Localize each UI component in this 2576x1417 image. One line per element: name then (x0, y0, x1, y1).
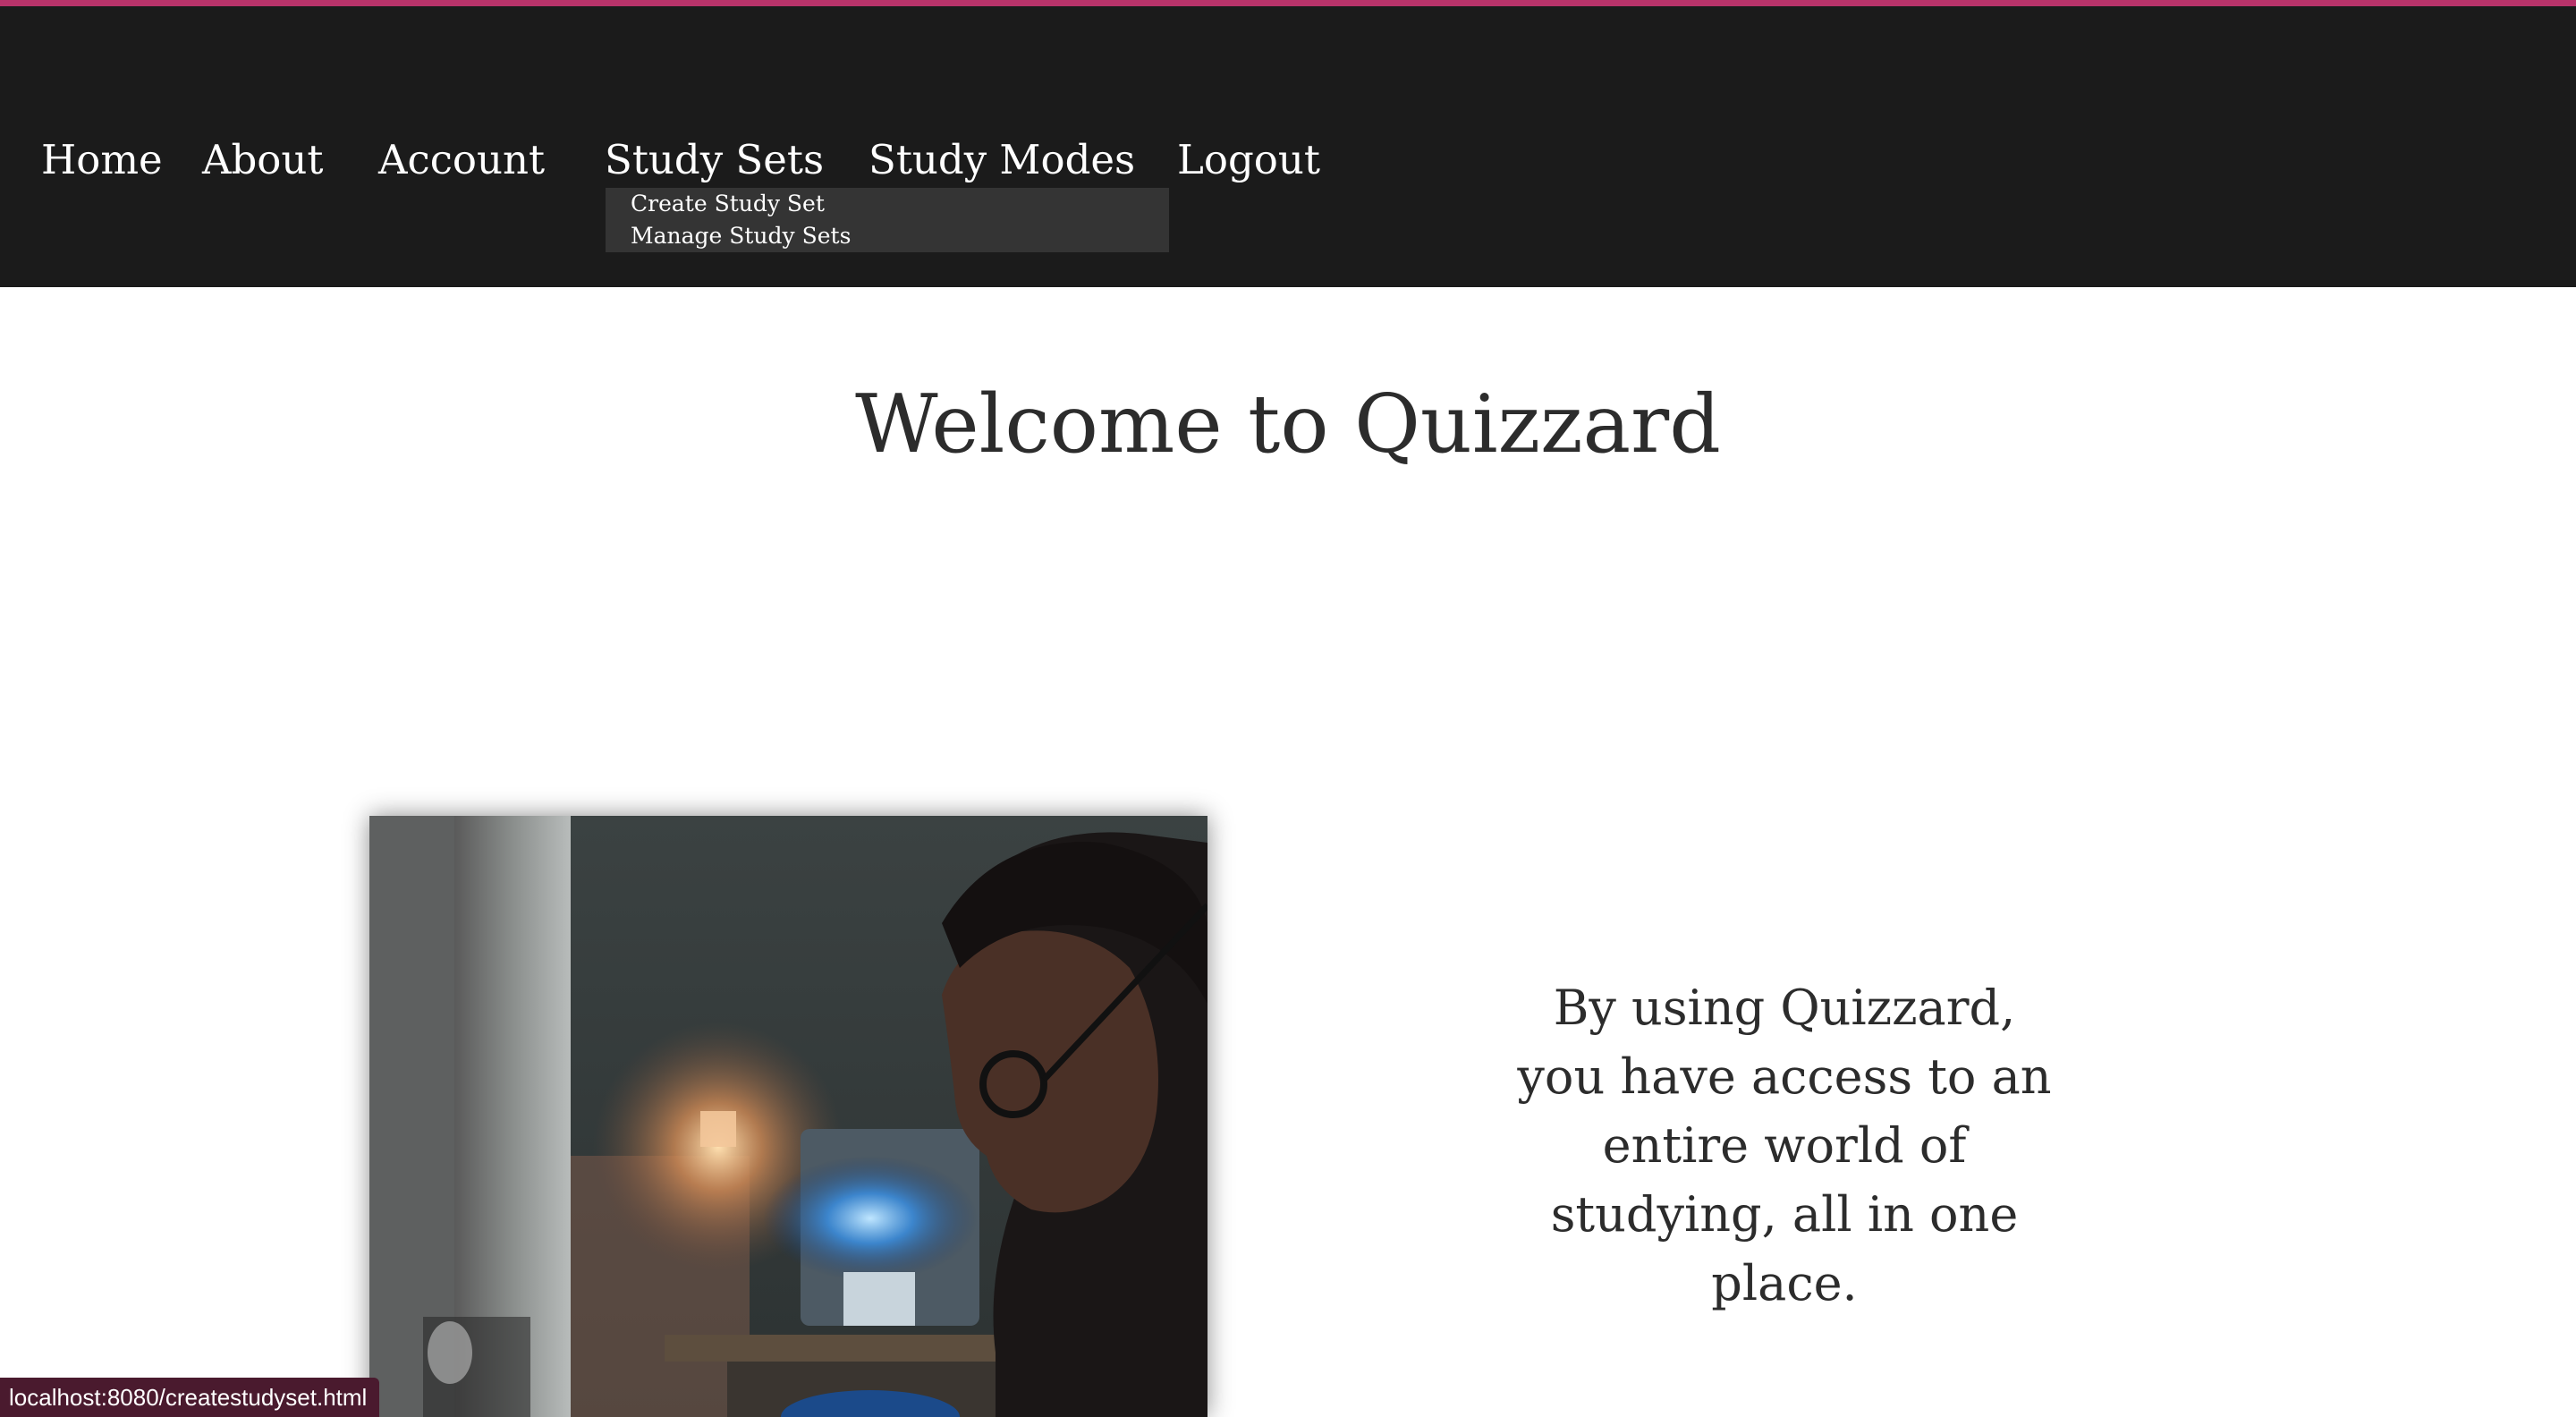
top-accent-bar (0, 0, 2576, 6)
dropdown-create-study-set[interactable]: Create Study Set (631, 188, 825, 220)
nav-logout[interactable]: Logout (1177, 129, 1320, 191)
page-title: Welcome to Quizzard (855, 378, 1721, 471)
nav-study-sets[interactable]: Study Sets (605, 129, 824, 191)
nav-account[interactable]: Account (378, 129, 545, 191)
nav-home[interactable]: Home (41, 129, 163, 191)
navbar: Home About Account Study Sets Study Mode… (0, 6, 2576, 287)
tagline: By using Quizzard, you have access to an… (1517, 980, 2052, 1311)
nav-study-modes[interactable]: Study Modes (869, 129, 1135, 191)
status-bar-url: localhost:8080/createstudyset.html (0, 1378, 380, 1417)
hero-image (369, 816, 1208, 1417)
dropdown-manage-study-sets[interactable]: Manage Study Sets (631, 220, 851, 252)
nav-about[interactable]: About (202, 129, 323, 191)
study-sets-dropdown: Create Study Set Manage Study Sets (606, 188, 1169, 252)
